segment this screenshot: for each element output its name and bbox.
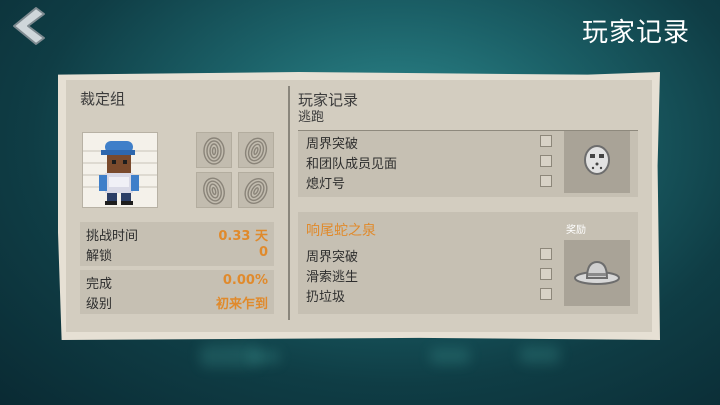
stat-label: 完成 [86, 277, 113, 292]
fingerprint-slot [238, 132, 274, 168]
reward-label: 奖励 [566, 225, 586, 236]
fingerprint-icon [244, 137, 268, 165]
objective-label: 和团队成员见面 [306, 157, 398, 172]
challenge-card[interactable]: 响尾蛇之泉 奖励 周界突破 滑索逃生 扔垃圾 [298, 212, 638, 314]
objective-checkbox[interactable] [540, 288, 552, 300]
fingerprint-slot [238, 172, 274, 208]
stat-value: 0.00% [222, 273, 268, 288]
objective-checkbox[interactable] [540, 268, 552, 280]
fingerprint-icon [203, 177, 225, 205]
fingerprint-icon [203, 137, 225, 165]
stat-label: 解锁 [86, 249, 113, 264]
screen-title: 玩家记录 [581, 18, 690, 48]
reward-box [564, 240, 630, 306]
fingerprint-slot [196, 132, 232, 168]
challenge-name: 响尾蛇之泉 [306, 223, 376, 239]
bg-bokeh [430, 348, 470, 364]
left-panel-title: 裁定组 [80, 90, 126, 108]
stat-row: 级别 初来乍到 [84, 292, 270, 312]
stat-label: 级别 [86, 297, 113, 312]
stat-value: 0.33 天 [218, 229, 268, 244]
objective-checkbox[interactable] [540, 248, 552, 260]
stat-value: 0 [258, 245, 268, 260]
objective-label: 周界突破 [306, 250, 359, 265]
objective-checkbox[interactable] [540, 155, 552, 167]
inmate-portrait-icon [83, 141, 157, 205]
challenge-card[interactable]: 周界突破 和团队成员见面 熄灯号 [298, 131, 638, 197]
objective-label: 扔垃圾 [306, 290, 346, 305]
fingerprint-icon [244, 177, 268, 205]
back-chevron-icon [13, 7, 45, 45]
cowboy-hat-icon [574, 260, 620, 285]
stat-row: 解锁 0 [84, 244, 270, 264]
inmate-portrait [82, 132, 158, 208]
stats-box-progress: 完成 0.00% 级别 初来乍到 [80, 270, 274, 314]
panel-divider [288, 86, 290, 320]
reward-box [564, 131, 630, 193]
objective-label: 滑索逃生 [306, 270, 359, 285]
fingerprint-slot [196, 172, 232, 208]
objective-label: 周界突破 [306, 137, 359, 152]
right-panel-subtitle: 逃跑 [298, 110, 325, 125]
stat-label: 挑战时间 [86, 229, 139, 244]
objective-checkbox[interactable] [540, 175, 552, 187]
back-button[interactable] [6, 6, 50, 46]
stat-value: 初来乍到 [215, 297, 268, 312]
stat-row: 完成 0.00% [84, 272, 270, 292]
objective-label: 熄灯号 [306, 177, 346, 192]
objective-checkbox[interactable] [540, 135, 552, 147]
stat-row: 挑战时间 0.33 天 [84, 224, 270, 244]
hockey-mask-icon [584, 145, 610, 175]
bg-bokeh [520, 346, 560, 364]
bg-bokeh [250, 350, 280, 364]
stats-box-time: 挑战时间 0.33 天 解锁 0 [80, 222, 274, 266]
